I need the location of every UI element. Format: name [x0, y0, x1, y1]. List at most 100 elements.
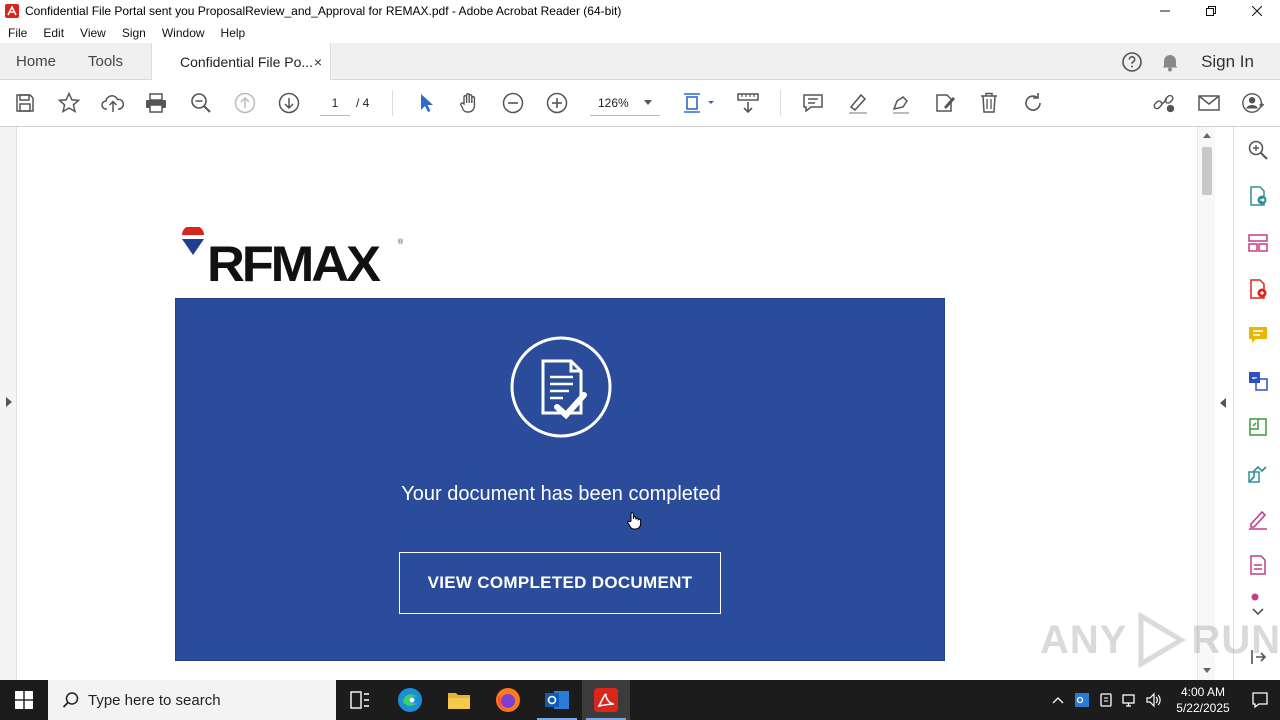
chevron-right-icon [6, 397, 12, 407]
scroll-down-icon[interactable] [1203, 668, 1211, 673]
start-button[interactable] [0, 680, 48, 720]
comment-icon[interactable] [801, 91, 825, 115]
outlook-taskbar-button[interactable] [533, 680, 581, 720]
scrollbar-thumb[interactable] [1202, 147, 1212, 195]
firefox-taskbar-button[interactable] [484, 680, 532, 720]
highlight-pen-icon[interactable] [845, 91, 869, 115]
tab-bar: Home Tools Confidential File Po... × Sig… [0, 43, 1280, 81]
windows-taskbar: Type here to search 4:00 AM 5/22/2025 [0, 680, 1280, 720]
zoom-level-dropdown[interactable]: 126% [590, 90, 660, 116]
completion-banner: Your document has been completed VIEW CO… [175, 298, 945, 661]
file-explorer-taskbar-button[interactable] [435, 680, 483, 720]
export-pdf-icon[interactable] [1246, 184, 1270, 208]
outlook-tray-icon[interactable] [1070, 680, 1094, 720]
compress-pdf-icon[interactable] [1246, 415, 1270, 439]
organize-pages-icon[interactable] [1246, 231, 1270, 255]
watermark-left: ANY [1040, 617, 1128, 662]
tab-home[interactable]: Home [16, 43, 56, 80]
chevron-left-icon [1220, 398, 1226, 408]
notification-center-icon[interactable] [1240, 680, 1280, 720]
save-icon[interactable] [13, 91, 37, 115]
main-toolbar: 1 / 4 126% [0, 80, 1280, 127]
menu-bar: File Edit View Sign Window Help [0, 22, 1280, 43]
hand-tool-icon[interactable] [457, 91, 481, 115]
hand-cursor-icon [627, 512, 642, 530]
menu-edit[interactable]: Edit [35, 26, 72, 40]
search-placeholder: Type here to search [88, 691, 221, 709]
edge-taskbar-button[interactable] [386, 680, 434, 720]
next-page-icon[interactable] [277, 91, 301, 115]
task-view-button[interactable] [336, 680, 384, 720]
close-window-button[interactable] [1234, 0, 1280, 22]
menu-help[interactable]: Help [213, 26, 254, 40]
share-link-icon[interactable] [1152, 91, 1176, 115]
edit-stamp-icon[interactable] [933, 91, 957, 115]
menu-sign[interactable]: Sign [114, 26, 154, 40]
document-check-icon [510, 336, 612, 438]
taskbar-clock[interactable]: 4:00 AM 5/22/2025 [1166, 684, 1240, 716]
draw-pen-icon[interactable] [889, 91, 913, 115]
device-tray-icon[interactable] [1094, 680, 1118, 720]
page-total: / 4 [356, 96, 370, 110]
view-completed-document-button[interactable]: VIEW COMPLETED DOCUMENT [399, 552, 721, 614]
select-cursor-icon[interactable] [413, 91, 437, 115]
scroll-up-icon[interactable] [1203, 133, 1211, 138]
menu-view[interactable]: View [72, 26, 114, 40]
upload-cloud-icon[interactable] [101, 91, 125, 115]
sign-in-link[interactable]: Sign In [1201, 52, 1254, 72]
email-icon[interactable] [1197, 91, 1221, 115]
edge-icon [398, 688, 422, 712]
share-user-icon[interactable] [1241, 91, 1265, 115]
vertical-scrollbar[interactable] [1197, 127, 1215, 680]
help-icon[interactable] [1121, 51, 1143, 73]
search-icon [62, 692, 79, 708]
minimize-button[interactable] [1142, 0, 1188, 22]
rotate-icon[interactable] [1021, 91, 1045, 115]
page-number-input[interactable]: 1 [320, 90, 350, 116]
acrobat-taskbar-button[interactable] [582, 680, 630, 720]
zoom-level-value: 126% [598, 95, 629, 110]
print-icon[interactable] [144, 91, 168, 115]
task-view-icon [350, 691, 369, 709]
taskbar-search-box[interactable]: Type here to search [48, 680, 336, 720]
document-viewport[interactable]: RFMAX ® Your document has been completed… [17, 127, 1197, 680]
zoom-in-icon[interactable] [545, 91, 569, 115]
firefox-icon [496, 688, 520, 712]
combine-files-icon[interactable] [1246, 369, 1270, 393]
left-panel-toggle[interactable] [0, 127, 17, 680]
tab-document[interactable]: Confidential File Po... × [151, 43, 331, 81]
menu-file[interactable]: File [0, 26, 35, 40]
scroll-mode-icon[interactable] [736, 91, 760, 115]
tab-close-icon[interactable]: × [314, 54, 322, 70]
acrobat-icon [594, 688, 618, 712]
remax-balloon-icon [182, 227, 204, 255]
notification-bell-icon[interactable] [1161, 52, 1179, 72]
windows-logo-icon [15, 691, 33, 709]
menu-window[interactable]: Window [154, 26, 213, 40]
system-tray: 4:00 AM 5/22/2025 [1046, 680, 1280, 720]
fill-sign-icon[interactable] [1246, 507, 1270, 531]
remax-logo: RFMAX ® [179, 225, 419, 292]
tab-tools[interactable]: Tools [88, 43, 123, 80]
restore-button[interactable] [1188, 0, 1234, 22]
previous-page-icon[interactable] [233, 91, 257, 115]
volume-icon[interactable] [1142, 680, 1166, 720]
fit-page-icon[interactable] [682, 91, 716, 115]
right-pane-toggle[interactable] [1215, 127, 1233, 680]
search-zoom-icon[interactable] [1246, 138, 1270, 162]
send-for-review-icon[interactable] [1246, 461, 1270, 485]
bookmark-star-icon[interactable] [57, 91, 81, 115]
close-icon [1252, 6, 1262, 16]
create-pdf-icon[interactable] [1246, 277, 1270, 301]
tools-pane [1233, 127, 1280, 680]
zoom-search-icon[interactable] [189, 91, 213, 115]
remax-logo-text: RFMAX [207, 236, 381, 292]
clock-time: 4:00 AM [1180, 685, 1226, 699]
comment-tool-icon[interactable] [1246, 323, 1270, 347]
chevron-up-icon[interactable] [1046, 680, 1070, 720]
completion-message: Your document has been completed [401, 483, 721, 505]
zoom-out-icon[interactable] [501, 91, 525, 115]
more-tools-document-icon[interactable] [1246, 553, 1270, 577]
network-icon[interactable] [1118, 680, 1142, 720]
delete-trash-icon[interactable] [977, 91, 1001, 115]
